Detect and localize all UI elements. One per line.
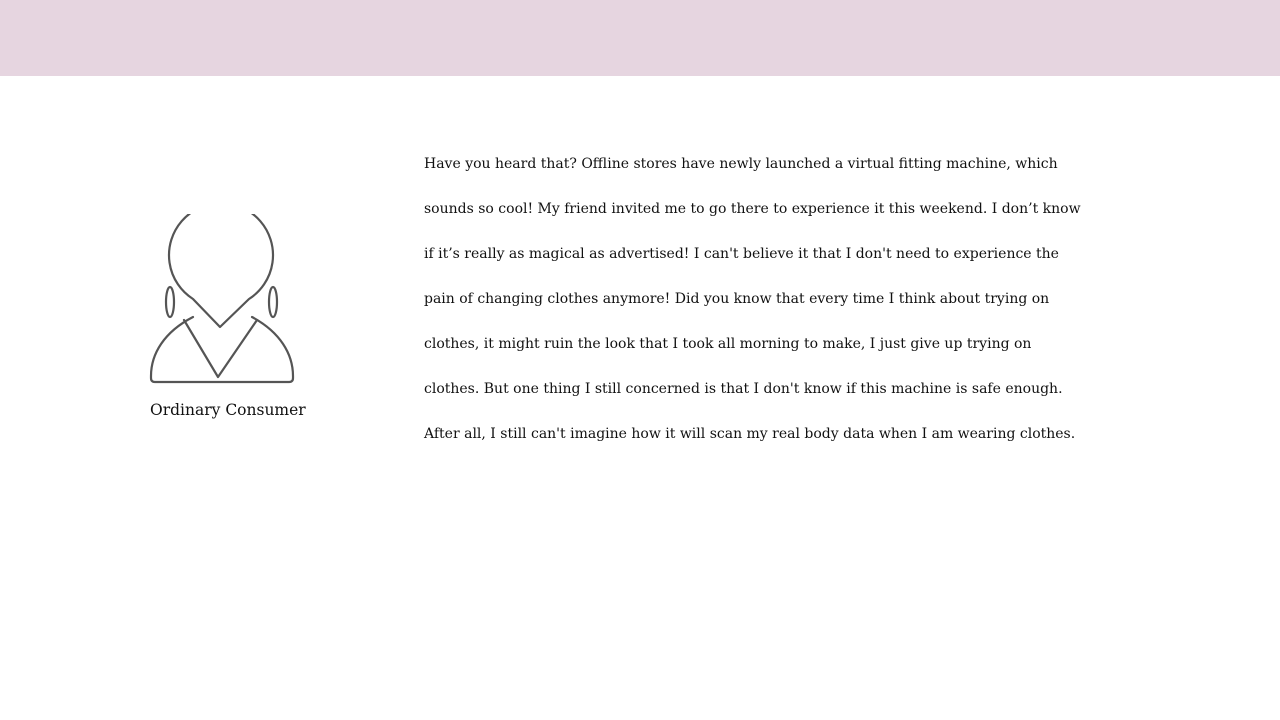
quote-line: if it’s really as magical as advertised!… xyxy=(424,246,1059,262)
header-bar xyxy=(0,0,1280,76)
quote-line: clothes. But one thing I still concerned… xyxy=(424,381,1063,397)
woman-user-icon xyxy=(149,214,295,384)
consumer-quote: Have you heard that? Offline stores have… xyxy=(424,142,1084,457)
persona-card: Ordinary Consumer xyxy=(148,214,308,419)
quote-line: sounds so cool! My friend invited me to … xyxy=(424,201,1081,217)
quote-line: clothes, it might ruin the look that I t… xyxy=(424,336,1032,352)
quote-line: pain of changing clothes anymore! Did yo… xyxy=(424,291,1050,307)
persona-label: Ordinary Consumer xyxy=(150,401,306,419)
quote-line: Have you heard that? Offline stores have… xyxy=(424,156,1058,172)
quote-line: After all, I still can't imagine how it … xyxy=(424,426,1076,442)
